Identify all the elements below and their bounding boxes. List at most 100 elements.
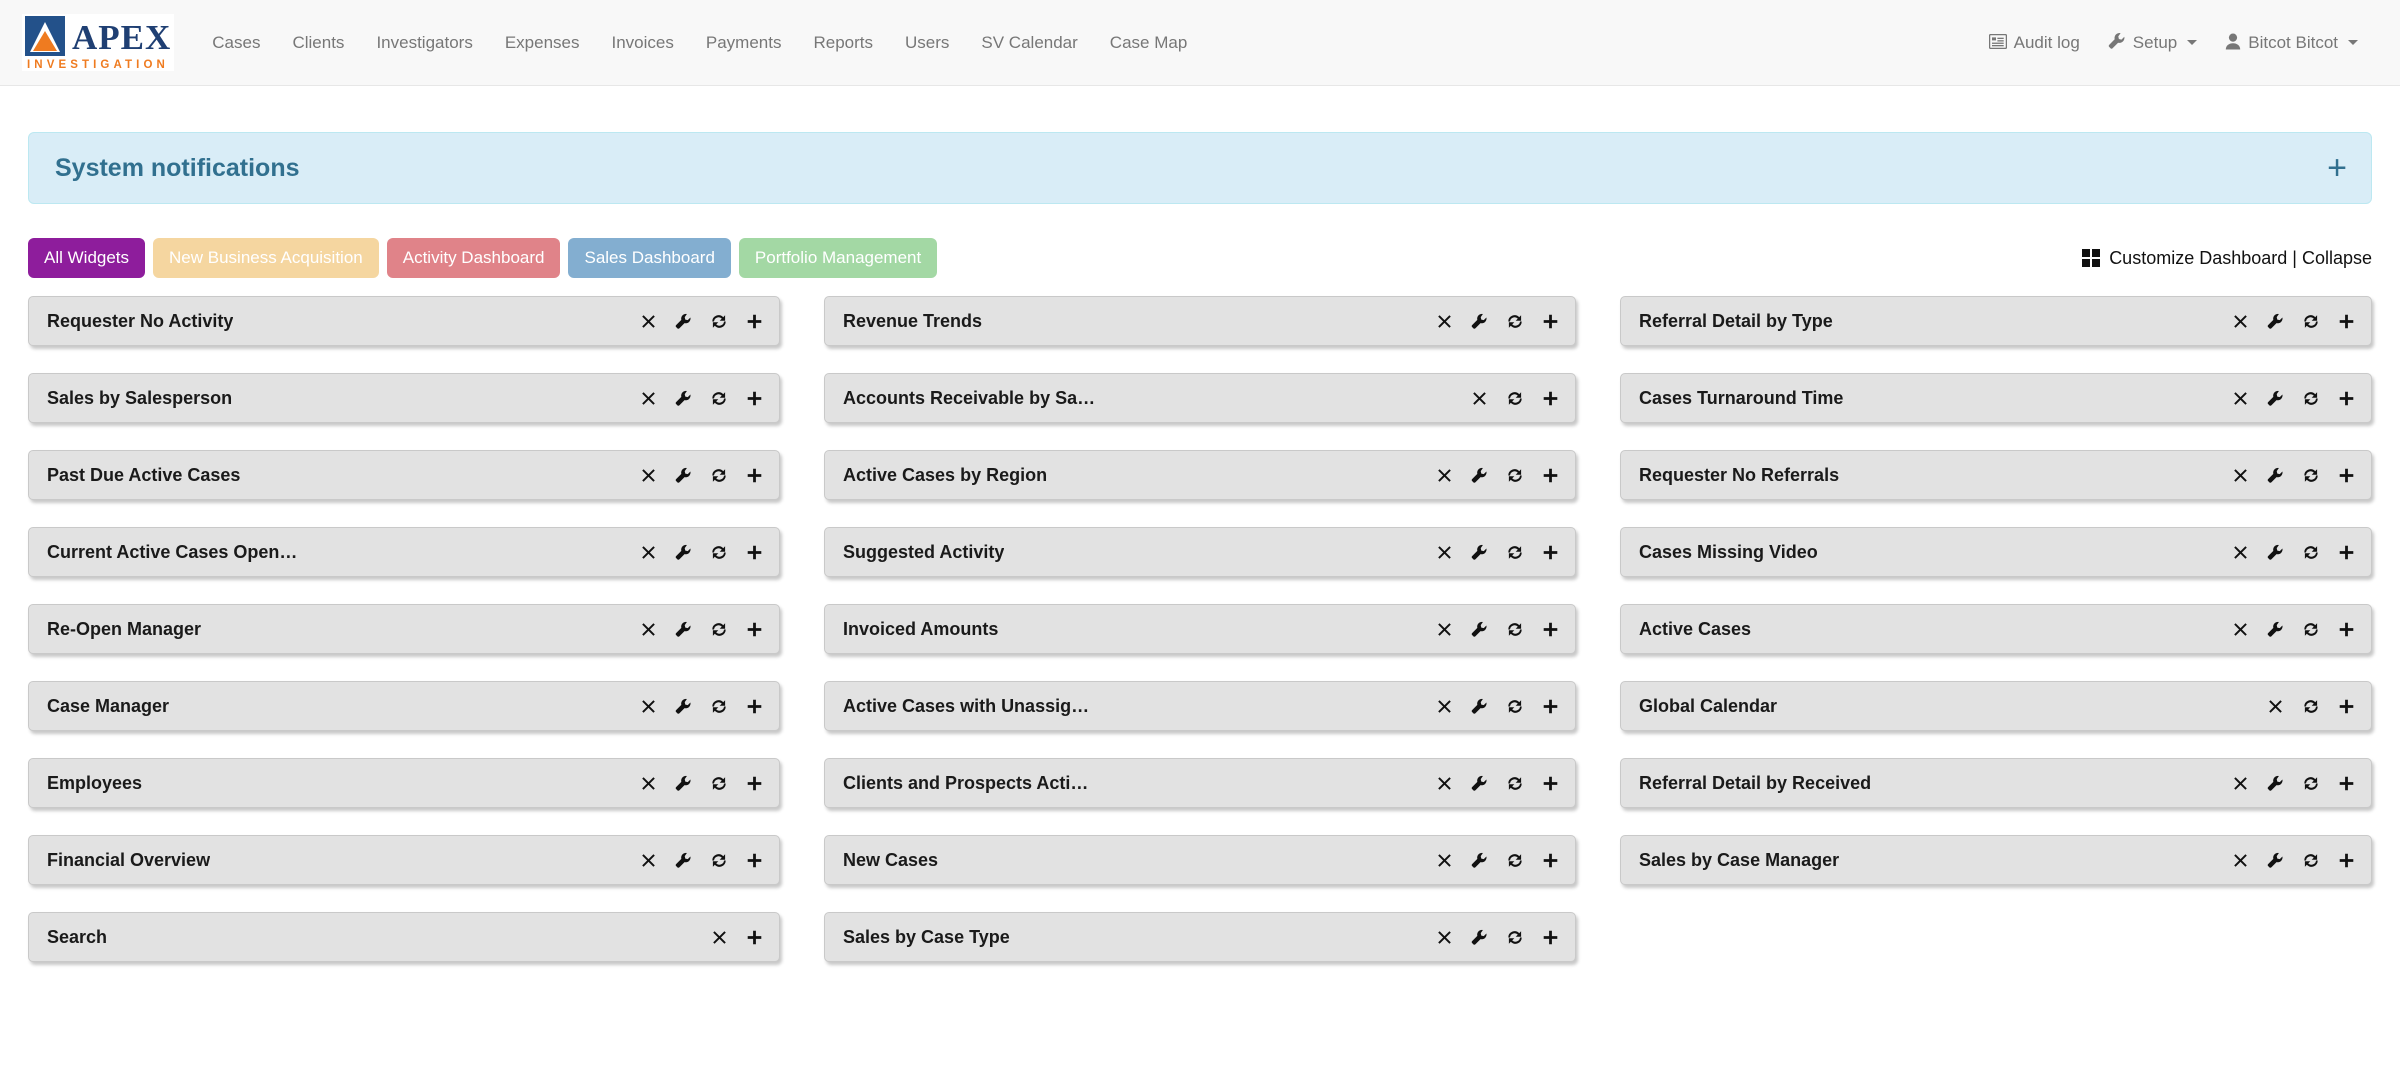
- widget-wrench-button[interactable]: [1471, 852, 1488, 869]
- widget-header-bar[interactable]: Accounts Receivable by Sa…: [824, 373, 1576, 423]
- widget-plus-button[interactable]: [746, 698, 763, 715]
- nav-item-payments[interactable]: Payments: [690, 0, 798, 86]
- widget-wrench-button[interactable]: [1471, 929, 1488, 946]
- widget-plus-button[interactable]: [1542, 621, 1559, 638]
- nav-item-case-map[interactable]: Case Map: [1094, 0, 1203, 86]
- nav-item-invoices[interactable]: Invoices: [596, 0, 690, 86]
- widget-close-button[interactable]: [2232, 852, 2249, 869]
- widget-refresh-button[interactable]: [710, 698, 728, 715]
- widget-header-bar[interactable]: Cases Missing Video: [1620, 527, 2372, 577]
- widget-wrench-button[interactable]: [675, 852, 692, 869]
- widget-plus-button[interactable]: [1542, 544, 1559, 561]
- widget-wrench-button[interactable]: [1471, 544, 1488, 561]
- widget-header-bar[interactable]: Active Cases by Region: [824, 450, 1576, 500]
- tab-portfolio-management[interactable]: Portfolio Management: [738, 238, 938, 278]
- widget-close-button[interactable]: [640, 467, 657, 484]
- widget-header-bar[interactable]: Clients and Prospects Acti…: [824, 758, 1576, 808]
- widget-plus-button[interactable]: [746, 390, 763, 407]
- widget-wrench-button[interactable]: [675, 698, 692, 715]
- widget-plus-button[interactable]: [746, 775, 763, 792]
- widget-refresh-button[interactable]: [710, 775, 728, 792]
- widget-refresh-button[interactable]: [2302, 390, 2320, 407]
- widget-refresh-button[interactable]: [2302, 467, 2320, 484]
- widget-plus-button[interactable]: [2338, 621, 2355, 638]
- widget-plus-button[interactable]: [2338, 544, 2355, 561]
- widget-plus-button[interactable]: [1542, 698, 1559, 715]
- widget-header-bar[interactable]: Revenue Trends: [824, 296, 1576, 346]
- widget-close-button[interactable]: [640, 698, 657, 715]
- widget-refresh-button[interactable]: [2302, 313, 2320, 330]
- tab-sales-dashboard[interactable]: Sales Dashboard: [568, 238, 731, 278]
- nav-item-clients[interactable]: Clients: [276, 0, 360, 86]
- widget-close-button[interactable]: [640, 390, 657, 407]
- nav-item-investigators[interactable]: Investigators: [360, 0, 488, 86]
- widget-wrench-button[interactable]: [2267, 775, 2284, 792]
- widget-plus-button[interactable]: [2338, 390, 2355, 407]
- widget-close-button[interactable]: [1436, 929, 1453, 946]
- widget-header-bar[interactable]: Requester No Referrals: [1620, 450, 2372, 500]
- widget-header-bar[interactable]: Case Manager: [28, 681, 780, 731]
- widget-wrench-button[interactable]: [2267, 621, 2284, 638]
- widget-close-button[interactable]: [1436, 544, 1453, 561]
- widget-close-button[interactable]: [640, 313, 657, 330]
- widget-header-bar[interactable]: Suggested Activity: [824, 527, 1576, 577]
- widget-plus-button[interactable]: [746, 467, 763, 484]
- widget-header-bar[interactable]: Sales by Salesperson: [28, 373, 780, 423]
- widget-close-button[interactable]: [2232, 467, 2249, 484]
- widget-refresh-button[interactable]: [1506, 698, 1524, 715]
- widget-refresh-button[interactable]: [1506, 621, 1524, 638]
- widget-header-bar[interactable]: Past Due Active Cases: [28, 450, 780, 500]
- widget-plus-button[interactable]: [2338, 467, 2355, 484]
- widget-wrench-button[interactable]: [2267, 544, 2284, 561]
- widget-plus-button[interactable]: [746, 313, 763, 330]
- widget-header-bar[interactable]: Referral Detail by Received: [1620, 758, 2372, 808]
- widget-plus-button[interactable]: [746, 852, 763, 869]
- user-menu[interactable]: Bitcot Bitcot: [2211, 33, 2372, 53]
- widget-close-button[interactable]: [640, 852, 657, 869]
- tab-all-widgets[interactable]: All Widgets: [28, 238, 146, 278]
- widget-plus-button[interactable]: [2338, 313, 2355, 330]
- widget-close-button[interactable]: [2267, 698, 2284, 715]
- widget-plus-button[interactable]: [1542, 467, 1559, 484]
- brand-logo[interactable]: APEX INVESTIGATION: [22, 7, 175, 79]
- widget-wrench-button[interactable]: [675, 621, 692, 638]
- widget-header-bar[interactable]: Referral Detail by Type: [1620, 296, 2372, 346]
- widget-refresh-button[interactable]: [1506, 775, 1524, 792]
- widget-header-bar[interactable]: Active Cases with Unassig…: [824, 681, 1576, 731]
- widget-header-bar[interactable]: Invoiced Amounts: [824, 604, 1576, 654]
- tab-activity-dashboard[interactable]: Activity Dashboard: [386, 238, 561, 278]
- widget-plus-button[interactable]: [1542, 313, 1559, 330]
- widget-wrench-button[interactable]: [1471, 698, 1488, 715]
- widget-refresh-button[interactable]: [710, 544, 728, 561]
- widget-close-button[interactable]: [2232, 390, 2249, 407]
- widget-refresh-button[interactable]: [1506, 852, 1524, 869]
- widget-wrench-button[interactable]: [675, 313, 692, 330]
- widget-plus-button[interactable]: [2338, 698, 2355, 715]
- widget-header-bar[interactable]: New Cases: [824, 835, 1576, 885]
- widget-refresh-button[interactable]: [1506, 544, 1524, 561]
- widget-wrench-button[interactable]: [1471, 313, 1488, 330]
- widget-header-bar[interactable]: Sales by Case Manager: [1620, 835, 2372, 885]
- widget-plus-button[interactable]: [2338, 852, 2355, 869]
- setup-menu[interactable]: Setup: [2094, 32, 2211, 53]
- widget-wrench-button[interactable]: [675, 467, 692, 484]
- widget-refresh-button[interactable]: [2302, 852, 2320, 869]
- nav-item-reports[interactable]: Reports: [797, 0, 889, 86]
- widget-close-button[interactable]: [1436, 313, 1453, 330]
- widget-refresh-button[interactable]: [1506, 929, 1524, 946]
- widget-plus-button[interactable]: [1542, 390, 1559, 407]
- widget-header-bar[interactable]: Search: [28, 912, 780, 962]
- widget-wrench-button[interactable]: [1471, 775, 1488, 792]
- nav-item-sv-calendar[interactable]: SV Calendar: [965, 0, 1093, 86]
- widget-wrench-button[interactable]: [1471, 467, 1488, 484]
- widget-refresh-button[interactable]: [1506, 390, 1524, 407]
- widget-plus-button[interactable]: [746, 621, 763, 638]
- widget-wrench-button[interactable]: [2267, 852, 2284, 869]
- system-notifications-expand-button[interactable]: +: [2327, 151, 2347, 185]
- widget-header-bar[interactable]: Re-Open Manager: [28, 604, 780, 654]
- widget-refresh-button[interactable]: [2302, 621, 2320, 638]
- widget-header-bar[interactable]: Current Active Cases Open…: [28, 527, 780, 577]
- widget-header-bar[interactable]: Requester No Activity: [28, 296, 780, 346]
- widget-plus-button[interactable]: [746, 929, 763, 946]
- widget-close-button[interactable]: [2232, 313, 2249, 330]
